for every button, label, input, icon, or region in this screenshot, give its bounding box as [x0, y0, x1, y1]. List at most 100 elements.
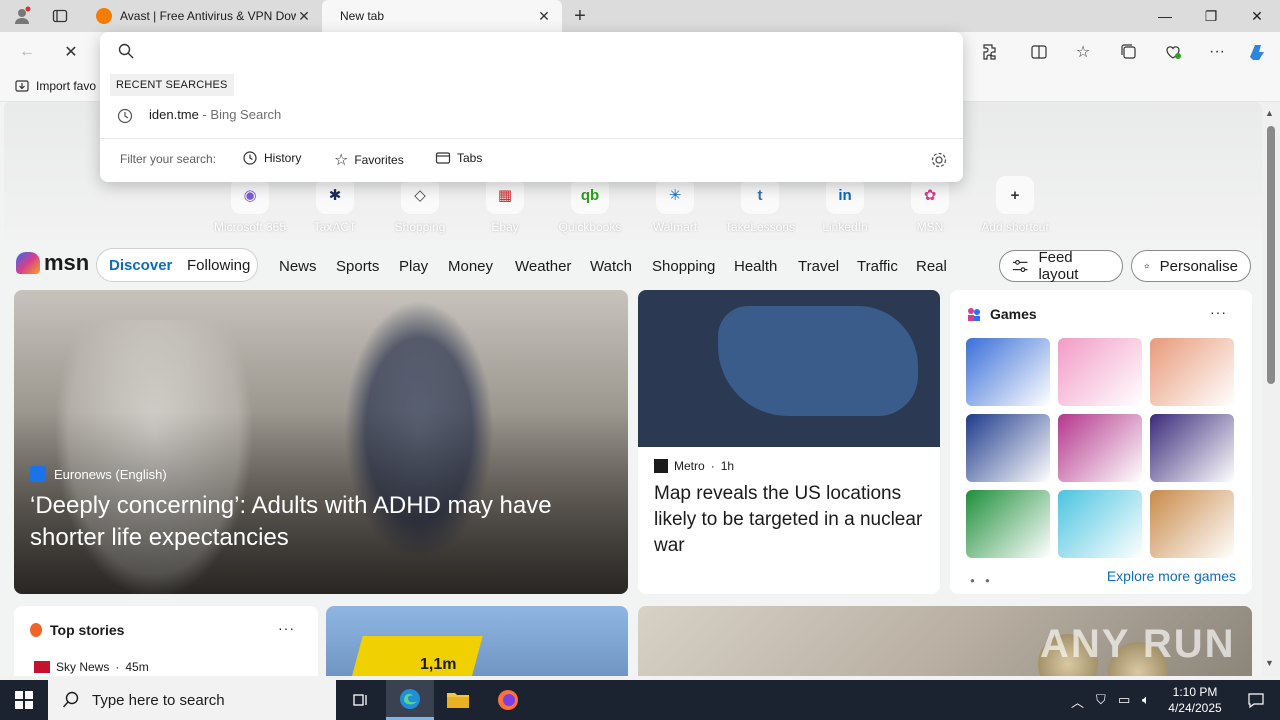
hero-headline[interactable]: ‘Deeply concerning’: Adults with ADHD ma… [30, 490, 610, 554]
filter-favorites-label: Favorites [354, 153, 404, 167]
shortcut-label: LinkedIn [822, 220, 868, 234]
shortcut-taxact[interactable]: ✱ TaxACT [290, 176, 380, 234]
shortcut-msn[interactable]: ✿ MSN [885, 176, 975, 234]
task-view-icon[interactable] [336, 680, 384, 720]
taskbar-search[interactable]: Type here to search [48, 680, 336, 720]
scroll-down-icon[interactable]: ▼ [1265, 658, 1274, 668]
shortcut-label: Shopping [394, 220, 446, 234]
page-scrollbar[interactable]: ▲ ▼ [1262, 102, 1280, 676]
security-tray-icon[interactable]: ⛉ [1096, 692, 1106, 708]
solar-story-card[interactable]: 1,1m [326, 606, 628, 676]
nav-watch[interactable]: Watch [590, 258, 632, 275]
new-tab-icon[interactable]: + [568, 4, 592, 28]
show-hidden-icons[interactable]: ︿ [1071, 692, 1084, 711]
game-tile[interactable] [1058, 490, 1142, 558]
shortcut-add-shortcut[interactable]: + Add shortcut [970, 176, 1060, 234]
start-button[interactable] [0, 680, 48, 720]
window-close-icon[interactable]: ✕ [1234, 0, 1280, 32]
nav-shopping[interactable]: Shopping [652, 258, 715, 275]
import-favorites-button[interactable]: Import favo [14, 78, 96, 94]
game-tile[interactable] [966, 490, 1050, 558]
nav-traffic[interactable]: Traffic [857, 258, 898, 275]
nav-news[interactable]: News [279, 258, 317, 275]
tab-actions-icon[interactable] [48, 4, 72, 28]
game-tile[interactable] [1058, 414, 1142, 482]
scroll-thumb[interactable] [1267, 126, 1275, 384]
msn-logo-text: msn [44, 250, 90, 275]
address-input[interactable] [100, 32, 963, 70]
more-options-icon[interactable]: ··· [1210, 304, 1227, 320]
hero-story-card[interactable]: Euronews (English) ‘Deeply concerning’: … [14, 290, 628, 594]
source-name: Sky News [56, 660, 110, 674]
carousel-dots[interactable]: ● ● [970, 576, 994, 585]
recent-search-item[interactable]: iden.tme - Bing Search [100, 100, 963, 130]
tab-avast[interactable]: Avast | Free Antivirus & VPN Dow ✕ [86, 0, 322, 32]
copilot-icon[interactable] [1244, 39, 1270, 65]
collections-icon[interactable] [1116, 39, 1142, 65]
extensions-icon[interactable] [978, 39, 1004, 65]
shortcut-microsoft-365[interactable]: ◉ Microsoft 365 [205, 176, 295, 234]
network-icon[interactable]: ▭ [1118, 692, 1130, 708]
search-icon [118, 43, 134, 59]
file-explorer-icon[interactable] [434, 680, 482, 720]
map-story-card[interactable]: Metro · 1h Map reveals the US locations … [638, 290, 940, 594]
feed-layout-button[interactable]: Feed layout [999, 249, 1123, 283]
nav-play[interactable]: Play [399, 258, 428, 275]
more-options-icon[interactable]: ··· [278, 620, 295, 636]
shortcut-linkedin[interactable]: in LinkedIn [800, 176, 890, 234]
nav-weather[interactable]: Weather [515, 258, 571, 275]
nav-real-estate[interactable]: Real E [916, 258, 952, 275]
minimize-icon[interactable]: — [1142, 0, 1188, 32]
import-favorites-label: Import favo [36, 79, 97, 93]
shortcut-walmart[interactable]: ✳ Walmart [630, 176, 720, 234]
taskbar-search-placeholder: Type here to search [92, 691, 225, 709]
game-tile[interactable] [1150, 490, 1234, 558]
games-title: Games [990, 306, 1037, 322]
shortcut-label: Ebay [491, 220, 519, 234]
edge-taskbar-icon[interactable] [386, 680, 434, 720]
filter-history-button[interactable]: History [242, 150, 301, 166]
back-icon[interactable]: ← [14, 39, 40, 65]
browser-essentials-icon[interactable] [1160, 39, 1186, 65]
game-tile[interactable] [1150, 414, 1234, 482]
tab-new-tab[interactable]: New tab ✕ [322, 0, 562, 32]
nav-sports[interactable]: Sports [336, 258, 379, 275]
gear-icon[interactable] [930, 151, 948, 169]
game-tile[interactable] [1058, 338, 1142, 406]
firefox-icon[interactable] [484, 680, 532, 720]
story-age: 1h [720, 459, 735, 473]
anyrun-watermark: ANY RUN [1040, 622, 1236, 666]
restore-icon[interactable]: ❐ [1188, 0, 1234, 32]
close-tab-icon[interactable]: ✕ [536, 8, 552, 25]
shortcut-ebay[interactable]: ▦ Ebay [460, 176, 550, 234]
nav-money[interactable]: Money [448, 258, 493, 275]
scroll-up-icon[interactable]: ▲ [1265, 108, 1274, 118]
shortcut-shopping[interactable]: ◇ Shopping [375, 176, 465, 234]
tab-following[interactable]: Following [187, 257, 250, 274]
star-icon: ☆ [334, 152, 349, 169]
system-clock[interactable]: 1:10 PM 4/24/2025 [1164, 684, 1226, 716]
map-story-headline[interactable]: Map reveals the US locations likely to b… [654, 481, 930, 559]
nav-travel[interactable]: Travel [798, 258, 839, 275]
favorites-star-icon[interactable]: ☆ [1070, 39, 1096, 65]
settings-more-icon[interactable]: ··· [1204, 39, 1230, 65]
close-tab-icon[interactable]: ✕ [296, 8, 312, 25]
filter-tabs-button[interactable]: Tabs [435, 150, 482, 166]
volume-icon[interactable]: 🔈︎ [1142, 692, 1150, 708]
profile-icon[interactable] [10, 4, 34, 28]
notifications-icon[interactable] [1232, 680, 1280, 720]
source-name: Metro [674, 459, 705, 473]
tab-discover[interactable]: Discover [109, 257, 172, 274]
personalise-button[interactable]: Personalise [1131, 250, 1251, 282]
filter-favorites-button[interactable]: ☆ Favorites [334, 150, 404, 170]
game-tile[interactable] [966, 338, 1050, 406]
game-tile[interactable] [1150, 338, 1234, 406]
nav-health[interactable]: Health [734, 258, 777, 275]
game-tile[interactable] [966, 414, 1050, 482]
msn-logo[interactable]: msn [16, 250, 89, 276]
explore-more-games-link[interactable]: Explore more games [1107, 568, 1236, 584]
split-screen-icon[interactable] [1026, 39, 1052, 65]
stop-loading-icon[interactable]: ✕ [58, 39, 84, 65]
shortcut-takelessons[interactable]: t TakeLessons [715, 176, 805, 234]
shortcut-quickbooks[interactable]: qb Quickbooks [545, 176, 635, 234]
